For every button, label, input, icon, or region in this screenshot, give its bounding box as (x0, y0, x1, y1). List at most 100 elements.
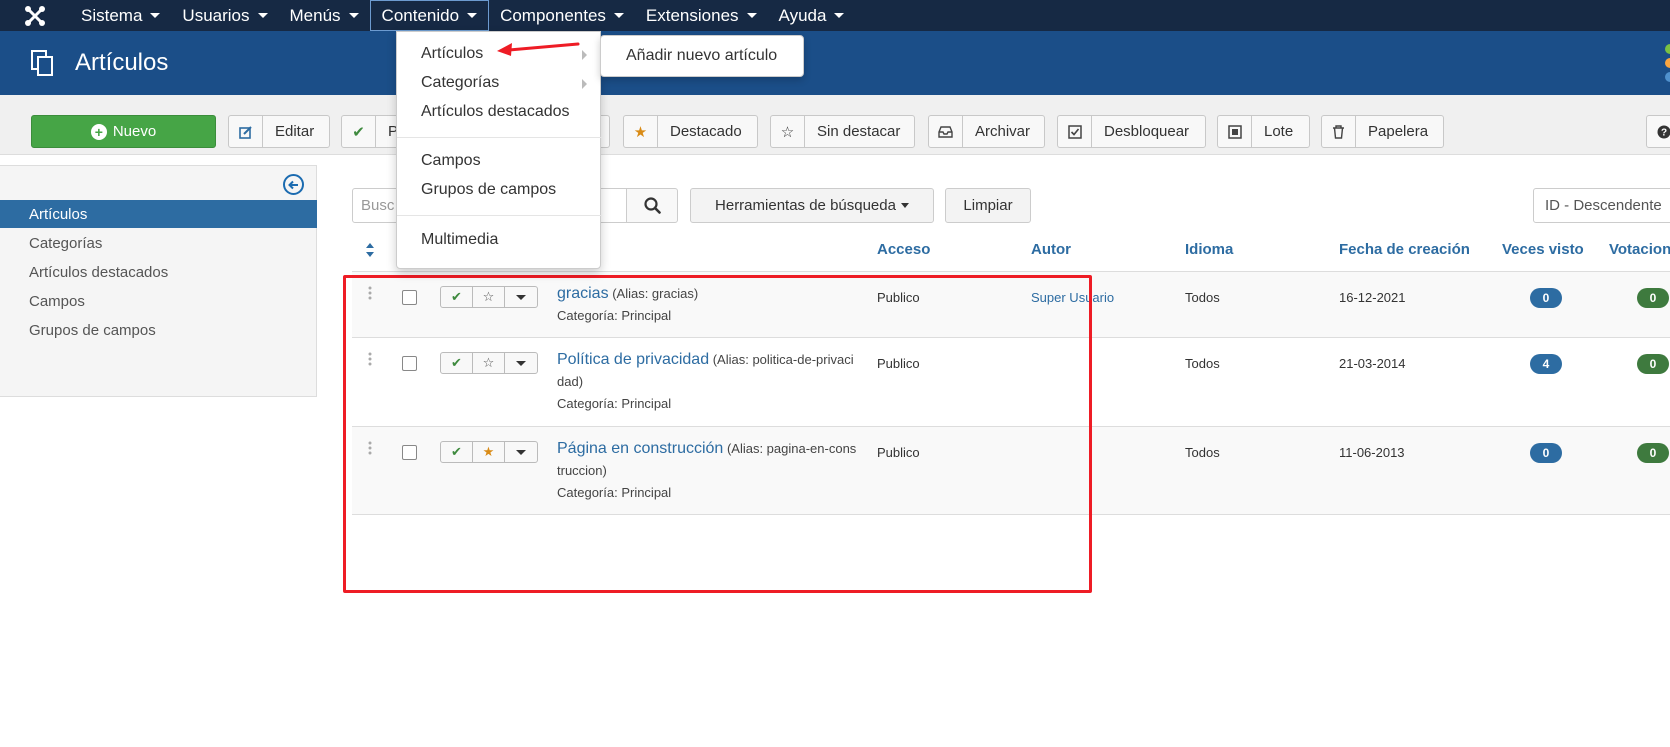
archive-button[interactable]: Archivar (928, 115, 1045, 148)
status-button-group: ✔ ☆ (440, 286, 538, 308)
edit-button-label: Editar (275, 123, 315, 140)
nav-componentes[interactable]: Componentes (489, 0, 635, 31)
unfeatured-button-label: Sin destacar (817, 123, 901, 140)
submenu-arrow-icon (582, 79, 587, 89)
nav-sistema[interactable]: Sistema (70, 0, 171, 31)
column-header-author[interactable]: Autor (1031, 241, 1071, 258)
nav-label: Extensiones (645, 5, 739, 25)
language-cell: Todos (1185, 445, 1220, 460)
published-check-icon[interactable]: ✔ (441, 287, 473, 307)
caret-down-icon (467, 13, 478, 18)
search-tools-button[interactable]: Herramientas de búsqueda (690, 188, 934, 223)
article-title-link[interactable]: Política de privacidad (557, 351, 709, 368)
page-header: Artículos (0, 31, 1670, 95)
unlock-button[interactable]: Desbloquear (1057, 115, 1206, 148)
author-link[interactable]: Super Usuario (1031, 290, 1114, 305)
menu-item-categorias[interactable]: Categorías (421, 74, 499, 92)
star-icon: ★ (624, 116, 658, 147)
menu-item-campos[interactable]: Campos (421, 152, 481, 170)
caret-down-icon (746, 13, 757, 18)
featured-button-label: Destacado (670, 123, 742, 140)
new-button-label: Nuevo (112, 123, 157, 140)
drag-handle-icon[interactable] (368, 286, 372, 300)
menu-item-grupos-campos[interactable]: Grupos de campos (421, 181, 556, 199)
menu-item-multimedia[interactable]: Multimedia (421, 231, 498, 249)
status-button-group: ✔ ★ (440, 441, 538, 463)
access-cell: Publico (877, 290, 920, 305)
add-article-submenu[interactable]: Añadir nuevo artículo (600, 35, 804, 77)
clear-button[interactable]: Limpiar (945, 188, 1031, 223)
edit-button[interactable]: Editar (228, 115, 330, 148)
nav-label: Usuarios (182, 5, 250, 25)
trash-button[interactable]: Papelera (1321, 115, 1444, 148)
help-button[interactable]: ? (1646, 115, 1670, 148)
votes-badge: 0 (1637, 443, 1669, 463)
sidebar-item-grupos-campos[interactable]: Grupos de campos (0, 316, 317, 344)
edit-icon (229, 116, 263, 147)
actions-toggle[interactable] (505, 287, 537, 307)
actions-toggle[interactable] (505, 353, 537, 373)
checkbox-icon (1058, 116, 1092, 147)
drag-handle-icon[interactable] (368, 352, 372, 366)
nav-label: Ayuda (778, 5, 827, 25)
batch-button[interactable]: Lote (1217, 115, 1310, 148)
nav-usuarios[interactable]: Usuarios (171, 0, 278, 31)
language-cell: Todos (1185, 356, 1220, 371)
ordering-select[interactable]: ID - Descendente (1533, 188, 1670, 223)
caret-down-icon (613, 13, 624, 18)
caret-down-icon (257, 13, 268, 18)
trash-icon (1322, 116, 1356, 147)
column-header-access[interactable]: Acceso (877, 241, 930, 258)
drag-handle-icon[interactable] (368, 441, 372, 455)
caret-down-icon (516, 449, 526, 455)
unlock-button-label: Desbloquear (1104, 123, 1190, 140)
article-title-link[interactable]: Página en construcción (557, 440, 723, 457)
unfeatured-button[interactable]: ☆ Sin destacar (770, 115, 915, 148)
nav-menus[interactable]: Menús (279, 0, 370, 31)
menu-divider (397, 137, 602, 138)
top-navbar: Sistema Usuarios Menús Contenido Compone… (0, 0, 1670, 31)
sidebar-item-destacados[interactable]: Artículos destacados (0, 258, 317, 286)
menu-item-destacados[interactable]: Artículos destacados (421, 103, 570, 121)
table-row: ✔ ☆ gracias (Alias: gracias) Categoría: … (352, 271, 1670, 337)
featured-button[interactable]: ★ Destacado (623, 115, 758, 148)
nav-contenido[interactable]: Contenido (369, 0, 490, 31)
nav-label: Sistema (81, 5, 143, 25)
star-outline-icon[interactable]: ☆ (473, 353, 505, 373)
row-checkbox[interactable] (402, 356, 417, 371)
row-checkbox[interactable] (402, 290, 417, 305)
square-icon (1218, 116, 1252, 147)
actions-toggle[interactable] (505, 442, 537, 462)
published-check-icon[interactable]: ✔ (441, 442, 473, 462)
access-cell: Publico (877, 445, 920, 460)
search-button[interactable] (626, 188, 678, 223)
sort-icon[interactable] (365, 242, 375, 258)
votes-badge: 0 (1637, 354, 1669, 374)
row-checkbox[interactable] (402, 445, 417, 460)
column-header-votes[interactable]: Votacion (1609, 241, 1670, 258)
column-header-language[interactable]: Idioma (1185, 241, 1233, 258)
add-article-label: Añadir nuevo artículo (626, 47, 778, 64)
joomla-logo-icon[interactable] (0, 0, 70, 31)
collapse-sidebar-icon[interactable] (283, 174, 304, 195)
check-icon: ✔ (342, 116, 376, 147)
toolbar: + Nuevo Editar ✔ P ★ Destacado ☆ Sin des… (0, 95, 1670, 155)
page-title: Artículos (75, 49, 169, 76)
star-featured-icon[interactable]: ★ (473, 442, 505, 462)
sidebar-item-articulos[interactable]: Artículos (0, 200, 317, 228)
trash-button-label: Papelera (1368, 123, 1429, 140)
menu-item-articulos[interactable]: Artículos (421, 45, 483, 63)
published-check-icon[interactable]: ✔ (441, 353, 473, 373)
star-outline-icon[interactable]: ☆ (473, 287, 505, 307)
sidebar-item-categorias[interactable]: Categorías (0, 229, 317, 257)
sidebar-item-label: Campos (29, 292, 85, 310)
column-header-created[interactable]: Fecha de creación (1339, 241, 1470, 258)
new-button[interactable]: + Nuevo (31, 115, 216, 148)
nav-extensiones[interactable]: Extensiones (635, 0, 768, 31)
help-icon: ? (1647, 116, 1670, 147)
batch-button-label: Lote (1264, 123, 1294, 140)
nav-ayuda[interactable]: Ayuda (768, 0, 856, 31)
column-header-hits[interactable]: Veces visto (1502, 241, 1584, 258)
sidebar-item-campos[interactable]: Campos (0, 287, 317, 315)
article-title-link[interactable]: gracias (557, 285, 609, 302)
